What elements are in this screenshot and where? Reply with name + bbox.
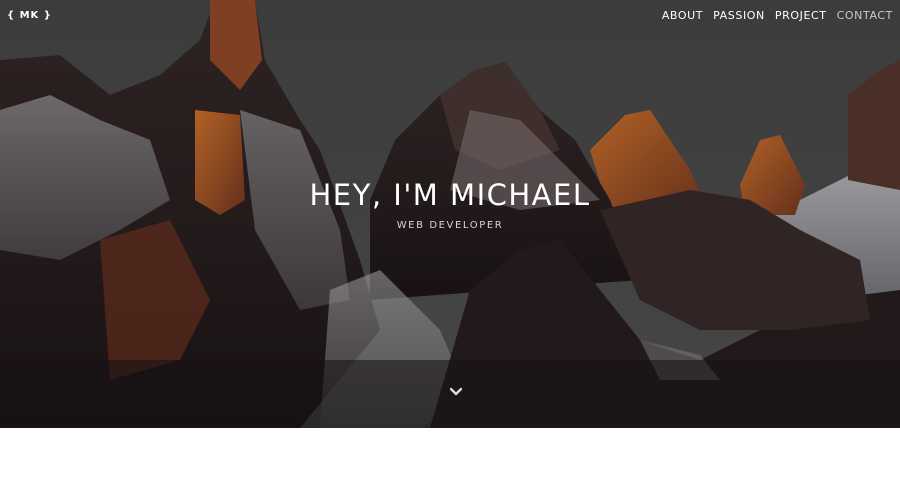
nav-link-about[interactable]: ABOUT xyxy=(662,9,703,22)
nav-menu: ABOUT PASSION PROJECT CONTACT xyxy=(662,9,893,22)
mountain-background-image xyxy=(0,0,900,428)
site-logo[interactable]: { MK } xyxy=(7,10,52,21)
hero-section: { MK } ABOUT PASSION PROJECT CONTACT HEY… xyxy=(0,0,900,428)
top-navbar: { MK } ABOUT PASSION PROJECT CONTACT xyxy=(0,0,900,30)
hero-title: HEY, I'M MICHAEL xyxy=(309,178,591,212)
hero-subtitle: WEB DEVELOPER xyxy=(396,220,504,231)
nav-link-passion[interactable]: PASSION xyxy=(713,9,765,22)
chevron-down-icon[interactable] xyxy=(449,386,463,398)
content-area xyxy=(0,428,900,477)
nav-link-project[interactable]: PROJECT xyxy=(775,9,827,22)
nav-link-contact[interactable]: CONTACT xyxy=(837,9,893,22)
